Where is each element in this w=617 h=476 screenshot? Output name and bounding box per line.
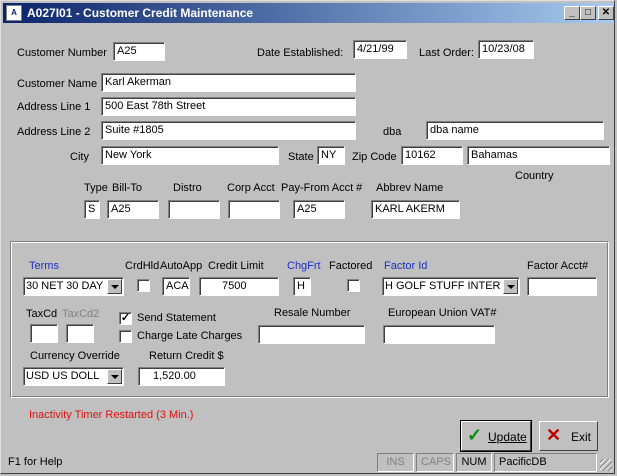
- chgfrt-label[interactable]: ChgFrt: [287, 260, 321, 272]
- dba-field[interactable]: dba name: [426, 121, 604, 140]
- minimize-button[interactable]: _: [564, 6, 580, 20]
- ins-indicator: INS: [377, 453, 414, 472]
- vat-label: European Union VAT#: [388, 307, 497, 319]
- last-order-value: 10/23/08: [478, 40, 534, 59]
- dba-label: dba: [383, 126, 402, 138]
- state-label: State: [288, 151, 314, 163]
- currency-value: USD US DOLL: [26, 370, 100, 382]
- customer-name-label: Customer Name: [17, 78, 98, 90]
- distro-field[interactable]: [168, 200, 220, 219]
- customer-number-label: Customer Number: [17, 47, 107, 59]
- city-label: City: [70, 151, 89, 163]
- return-credit-label: Return Credit $: [149, 350, 224, 362]
- app-icon: A: [6, 5, 22, 21]
- chgfrt-field[interactable]: H: [293, 277, 311, 296]
- factored-label: Factored: [329, 260, 373, 272]
- billto-label: Bill-To: [112, 182, 142, 194]
- zip-field[interactable]: 10162: [401, 146, 463, 165]
- taxcd2-field[interactable]: [66, 324, 94, 343]
- send-statement-checkbox[interactable]: ✓: [119, 312, 132, 325]
- currency-label: Currency Override: [30, 350, 120, 362]
- country-label: Country: [515, 170, 554, 182]
- autoapp-label: AutoApp: [160, 260, 203, 272]
- taxcd2-label: TaxCd2: [62, 308, 100, 320]
- customer-number-field[interactable]: A25: [113, 42, 165, 61]
- type-label: Type: [84, 182, 108, 194]
- terms-value: 30 NET 30 DAY: [26, 280, 104, 292]
- help-text: F1 for Help: [8, 456, 63, 468]
- address-line1-label: Address Line 1: [17, 101, 91, 113]
- state-field[interactable]: NY: [317, 146, 345, 165]
- resize-grip-icon[interactable]: [600, 459, 612, 471]
- factor-acct-label: Factor Acct#: [527, 260, 589, 272]
- caps-indicator: CAPS: [416, 453, 454, 472]
- address-line2-field[interactable]: Suite #1805: [101, 121, 356, 140]
- checkmark-icon: ✓: [467, 425, 483, 445]
- billto-field[interactable]: A25: [107, 200, 159, 219]
- update-button[interactable]: ✓ Update: [460, 420, 532, 452]
- autoapp-field[interactable]: ACA: [162, 277, 190, 296]
- window-title: A027I01 - Customer Credit Maintenance: [27, 6, 254, 20]
- x-icon: ✕: [546, 425, 562, 445]
- last-order-label: Last Order:: [419, 47, 475, 59]
- corp-acct-label: Corp Acct: [227, 182, 275, 194]
- currency-dropdown[interactable]: USD US DOLL: [23, 367, 124, 386]
- inactivity-message: Inactivity Timer Restarted (3 Min.): [29, 409, 194, 421]
- resale-field[interactable]: [258, 325, 365, 344]
- address-line2-label: Address Line 2: [17, 126, 91, 138]
- taxcd-field[interactable]: [30, 324, 58, 343]
- vat-field[interactable]: [383, 325, 495, 344]
- abbrev-field[interactable]: KARL AKERM: [371, 200, 460, 219]
- type-field[interactable]: S: [84, 200, 100, 219]
- distro-label: Distro: [173, 182, 202, 194]
- chevron-down-icon[interactable]: [107, 369, 122, 384]
- database-indicator: PacificDB: [494, 453, 597, 472]
- resale-label: Resale Number: [274, 307, 351, 319]
- payfrom-label: Pay-From Acct #: [281, 182, 363, 194]
- country-field[interactable]: Bahamas: [467, 146, 610, 165]
- chevron-down-icon[interactable]: [503, 279, 518, 294]
- exit-button[interactable]: ✕ Exit: [539, 421, 598, 451]
- taxcd-label: TaxCd: [26, 308, 58, 320]
- factor-id-label[interactable]: Factor Id: [384, 260, 427, 272]
- charge-late-label: Charge Late Charges: [137, 330, 243, 342]
- crdhld-checkbox[interactable]: [137, 279, 150, 292]
- customer-name-field[interactable]: Karl Akerman: [101, 73, 356, 92]
- status-bar: F1 for Help INS CAPS NUM PacificDB: [3, 453, 614, 473]
- title-bar[interactable]: A A027I01 - Customer Credit Maintenance …: [3, 3, 614, 23]
- send-statement-label: Send Statement: [137, 312, 216, 324]
- crdhld-label: CrdHld: [125, 260, 160, 272]
- maximize-button[interactable]: □: [580, 6, 596, 20]
- payfrom-field[interactable]: A25: [293, 200, 345, 219]
- credit-limit-field[interactable]: 7500: [199, 277, 279, 296]
- close-button[interactable]: ✕: [598, 6, 614, 20]
- factor-id-value: H GOLF STUFF INTER: [385, 280, 501, 292]
- address-line1-field[interactable]: 500 East 78th Street: [101, 97, 356, 116]
- charge-late-checkbox[interactable]: [119, 330, 132, 343]
- factor-id-dropdown[interactable]: H GOLF STUFF INTER: [382, 277, 520, 296]
- corp-acct-field[interactable]: [228, 200, 280, 219]
- abbrev-label: Abbrev Name: [376, 182, 444, 194]
- num-indicator: NUM: [456, 453, 492, 472]
- date-established-value: 4/21/99: [353, 40, 407, 59]
- city-field[interactable]: New York: [101, 146, 279, 165]
- terms-label[interactable]: Terms: [29, 260, 59, 272]
- factored-checkbox[interactable]: [347, 279, 360, 292]
- credit-limit-label: Credit Limit: [208, 260, 264, 272]
- terms-dropdown[interactable]: 30 NET 30 DAY: [23, 277, 124, 296]
- update-label: Update: [488, 430, 527, 444]
- return-credit-field[interactable]: 1,520.00: [138, 367, 225, 386]
- chevron-down-icon[interactable]: [107, 279, 122, 294]
- main-window: A A027I01 - Customer Credit Maintenance …: [0, 0, 615, 474]
- zip-label: Zip Code: [352, 151, 397, 163]
- date-established-label: Date Established:: [257, 47, 344, 59]
- exit-label: Exit: [571, 430, 592, 444]
- factor-acct-field[interactable]: [527, 277, 597, 296]
